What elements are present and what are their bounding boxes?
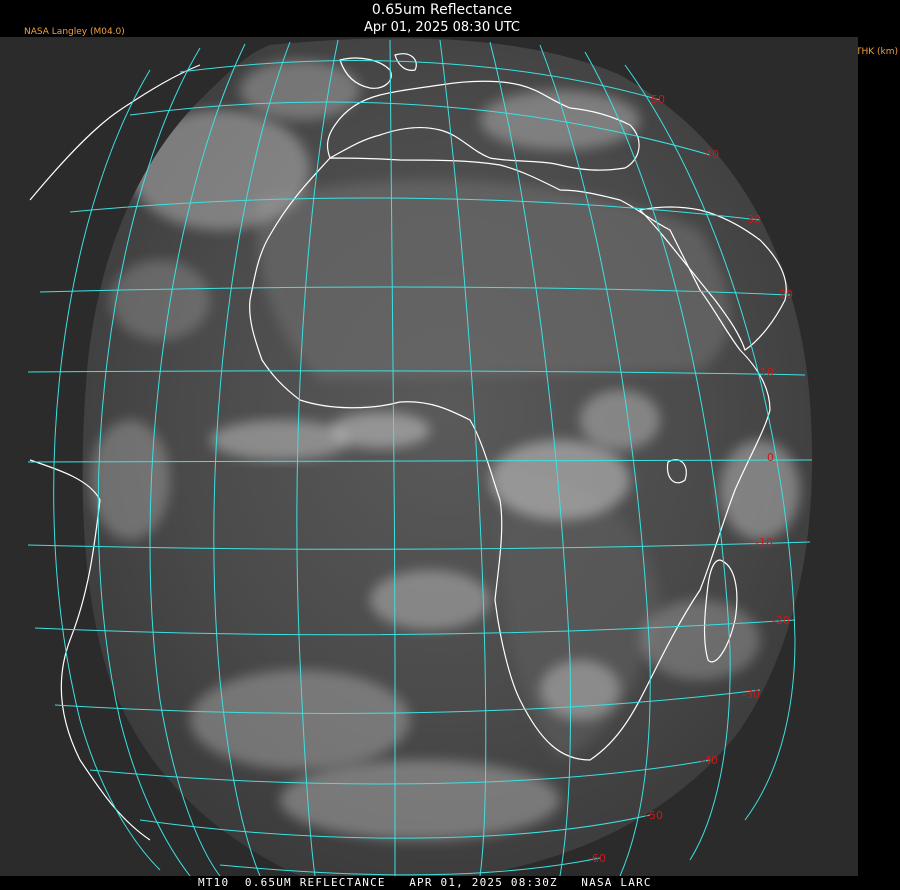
source-label: NASA Langley (M04.0)	[24, 27, 125, 37]
satellite-image-panel: 50 40 30 20 10 0 -10 -20 -30 -40 -50 -60	[0, 37, 858, 877]
lat-label-40: 40	[705, 148, 719, 161]
lat-label-10: 10	[760, 366, 774, 379]
lat-label-50: 50	[651, 93, 665, 106]
lat-label-20: 20	[779, 288, 793, 301]
lat-label-minus-60: -60	[588, 852, 606, 865]
lat-label-minus-30: -30	[742, 688, 760, 701]
lat-label-minus-20: -20	[772, 614, 790, 627]
footer-caption: MT10 0.65UM REFLECTANCE APR 01, 2025 08:…	[198, 876, 652, 889]
lat-label-minus-50: -50	[645, 809, 663, 822]
image-timestamp: Apr 01, 2025 08:30 UTC	[363, 20, 520, 35]
lat-label-0: 0	[767, 451, 774, 464]
earth-disk-view: 50 40 30 20 10 0 -10 -20 -30 -40 -50 -60	[27, 38, 813, 877]
lat-label-minus-40: -40	[700, 754, 718, 767]
lat-label-30: 30	[747, 213, 761, 226]
image-title: 0.65um Reflectance	[371, 2, 513, 18]
lat-label-minus-10: -10	[755, 536, 773, 549]
